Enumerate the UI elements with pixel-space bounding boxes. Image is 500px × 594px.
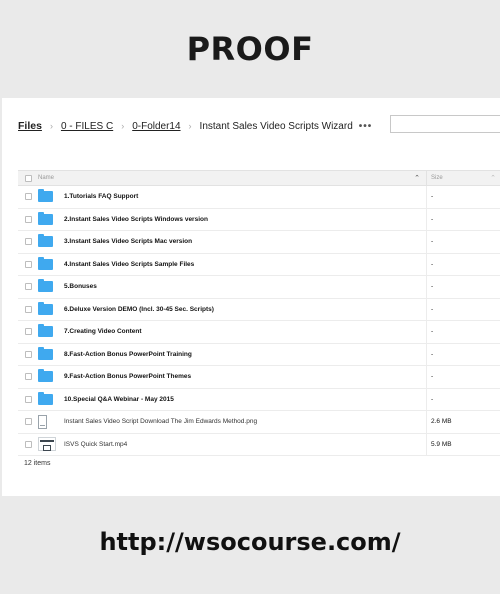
file-size: 5.9 MB — [426, 433, 500, 455]
table-row[interactable]: 6.Deluxe Version DEMO (Incl. 30-45 Sec. … — [18, 298, 500, 321]
file-size: - — [426, 253, 500, 275]
item-count: 12 items — [24, 460, 51, 467]
file-name-link[interactable]: Instant Sales Video Script Download The … — [64, 418, 257, 425]
banner-title: PROOF — [186, 30, 314, 68]
table-row[interactable]: 10.Special Q&A Webinar - May 2015 - — [18, 388, 500, 411]
folder-icon — [38, 324, 53, 338]
folder-icon — [38, 391, 53, 405]
file-size: - — [426, 186, 500, 208]
file-size: - — [426, 388, 500, 410]
table-row[interactable]: Instant Sales Video Script Download The … — [18, 411, 500, 434]
file-name-link[interactable]: 4.Instant Sales Video Scripts Sample Fil… — [64, 261, 194, 268]
file-name-link[interactable]: 7.Creating Video Content — [64, 328, 142, 335]
chevron-right-icon: › — [49, 121, 53, 131]
file-name-link[interactable]: 5.Bonuses — [64, 283, 97, 290]
table-row[interactable]: 1.Tutorials FAQ Support - — [18, 186, 500, 209]
row-checkbox[interactable] — [24, 350, 32, 358]
file-size: - — [426, 231, 500, 253]
search-input[interactable] — [390, 115, 500, 133]
file-name-link[interactable]: 3.Instant Sales Video Scripts Mac versio… — [64, 238, 192, 245]
table-row[interactable]: 7.Creating Video Content - — [18, 321, 500, 344]
row-checkbox[interactable] — [24, 238, 32, 246]
folder-icon — [38, 256, 53, 270]
file-name-link[interactable]: 1.Tutorials FAQ Support — [64, 193, 138, 200]
breadcrumb-item-folder14[interactable]: 0-Folder14 — [132, 121, 180, 132]
folder-icon — [38, 346, 53, 360]
row-checkbox[interactable] — [24, 260, 32, 268]
footer-url: http://wsocourse.com/ — [99, 528, 401, 556]
file-size: - — [426, 343, 500, 365]
column-header-name[interactable]: Name ⌃ — [38, 174, 426, 182]
folder-icon — [38, 211, 53, 225]
chevron-right-icon: › — [188, 121, 192, 131]
row-checkbox[interactable] — [24, 440, 32, 448]
folder-icon — [38, 301, 53, 315]
folder-icon — [38, 279, 53, 293]
file-size: - — [426, 298, 500, 320]
folder-icon — [38, 189, 53, 203]
column-header-size-label: Size — [431, 175, 443, 181]
file-size: - — [426, 366, 500, 388]
file-browser-panel: Files › 0 - FILES C › 0-Folder14 › Insta… — [2, 98, 500, 496]
table-row[interactable]: 4.Instant Sales Video Scripts Sample Fil… — [18, 253, 500, 276]
row-checkbox[interactable] — [24, 328, 32, 336]
file-size: 2.6 MB — [426, 411, 500, 433]
breadcrumb-current: Instant Sales Video Scripts Wizard — [199, 120, 353, 132]
table-row[interactable]: 8.Fast-Action Bonus PowerPoint Training - — [18, 343, 500, 366]
file-name-link[interactable]: 6.Deluxe Version DEMO (Incl. 30-45 Sec. … — [64, 306, 214, 313]
table-body: 1.Tutorials FAQ Support - 2.Instant Sales … — [18, 186, 500, 456]
folder-icon — [38, 234, 53, 248]
row-checkbox[interactable] — [24, 193, 32, 201]
table-header: Name ⌃ Size ⌃ — [18, 170, 500, 186]
file-name-link[interactable]: 2.Instant Sales Video Scripts Windows ve… — [64, 216, 208, 223]
file-size: - — [426, 276, 500, 298]
chevron-up-icon[interactable]: ⌃ — [414, 174, 420, 182]
video-file-icon — [38, 437, 56, 452]
file-name-link[interactable]: 10.Special Q&A Webinar - May 2015 — [64, 396, 174, 403]
breadcrumb-root-files[interactable]: Files — [18, 120, 42, 132]
file-name-link[interactable]: ISVS Quick Start.mp4 — [64, 441, 127, 448]
row-checkbox[interactable] — [24, 305, 32, 313]
file-name-link[interactable]: 9.Fast-Action Bonus PowerPoint Themes — [64, 373, 191, 380]
chevron-up-icon[interactable]: ⌃ — [490, 174, 496, 182]
row-checkbox[interactable] — [24, 215, 32, 223]
row-checkbox[interactable] — [24, 395, 32, 403]
file-size: - — [426, 321, 500, 343]
breadcrumb-item-files-c[interactable]: 0 - FILES C — [61, 121, 113, 132]
row-checkbox[interactable] — [24, 373, 32, 381]
file-table: Name ⌃ Size ⌃ 1.Tutorials FAQ Support -2.… — [18, 170, 500, 456]
file-size: - — [426, 208, 500, 230]
file-icon — [38, 414, 47, 429]
chevron-right-icon: › — [121, 121, 125, 131]
table-row[interactable]: 2.Instant Sales Video Scripts Windows ve… — [18, 208, 500, 231]
breadcrumb: Files › 0 - FILES C › 0-Folder14 › Insta… — [18, 118, 372, 134]
table-row[interactable]: 3.Instant Sales Video Scripts Mac versio… — [18, 231, 500, 254]
table-row[interactable]: ISVS Quick Start.mp4 5.9 MB — [18, 433, 500, 456]
column-header-size[interactable]: Size ⌃ — [426, 171, 500, 185]
folder-icon — [38, 369, 53, 383]
table-row[interactable]: 9.Fast-Action Bonus PowerPoint Themes - — [18, 366, 500, 389]
table-row[interactable]: 5.Bonuses - — [18, 276, 500, 299]
more-icon[interactable]: ••• — [359, 121, 373, 132]
row-checkbox[interactable] — [24, 283, 32, 291]
select-all-checkbox[interactable] — [24, 174, 32, 182]
file-name-link[interactable]: 8.Fast-Action Bonus PowerPoint Training — [64, 351, 192, 358]
row-checkbox[interactable] — [24, 418, 32, 426]
column-header-name-label: Name — [38, 175, 55, 181]
